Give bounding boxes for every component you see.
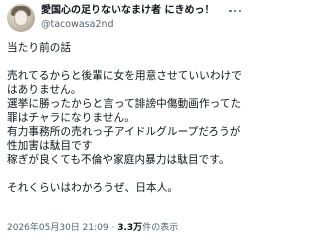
tweet-line: 選挙に勝ったからと言って誹謗中傷動画作ってた罪はチャラになりません。: [7, 98, 242, 124]
user-handle[interactable]: @tacowasa2nd: [41, 19, 214, 31]
tweet-line: 稼ぎが良くても不倫や家庭内暴力は駄目です。: [7, 154, 230, 166]
tweet-text: 当たり前の話 売れてるからと後輩に女を用意させていいわけではありません。 選挙に…: [7, 41, 244, 195]
views-count[interactable]: 3.3万: [117, 223, 142, 233]
tweet-line: それくらいはわかろうぜ、日本人。: [7, 182, 179, 194]
display-name[interactable]: 愛国心の足りないなまけ者 にきめっ！: [41, 5, 214, 17]
more-dot: [233, 9, 237, 13]
tweet-card: 愛国心の足りないなまけ者 にきめっ！ @tacowasa2nd 当たり前の話 売…: [0, 0, 250, 240]
tweet-meta: 2026年05月30日 21:09 · 3.3万件の表示: [7, 220, 178, 233]
avatar-face: [14, 10, 28, 26]
tweet-header: 愛国心の足りないなまけ者 にきめっ！ @tacowasa2nd: [7, 4, 244, 32]
meta-separator: ·: [111, 223, 115, 233]
views-label: 件の表示: [142, 223, 179, 233]
tweet-line: 売れてるからと後輩に女を用意させていいわけではありません。: [7, 70, 242, 96]
more-dot: [238, 9, 241, 13]
author-names: 愛国心の足りないなまけ者 にきめっ！ @tacowasa2nd: [41, 4, 214, 31]
tweet-line: 当たり前の話: [7, 42, 72, 54]
more-dot: [229, 9, 232, 13]
timestamp[interactable]: 2026年05月30日 21:09: [7, 223, 109, 233]
more-horizontal-icon[interactable]: [229, 9, 241, 13]
tweet-line: 有力事務所の売れっ子アイドルグループだろうが性加害は駄目です: [7, 126, 241, 152]
avatar[interactable]: [7, 4, 35, 32]
